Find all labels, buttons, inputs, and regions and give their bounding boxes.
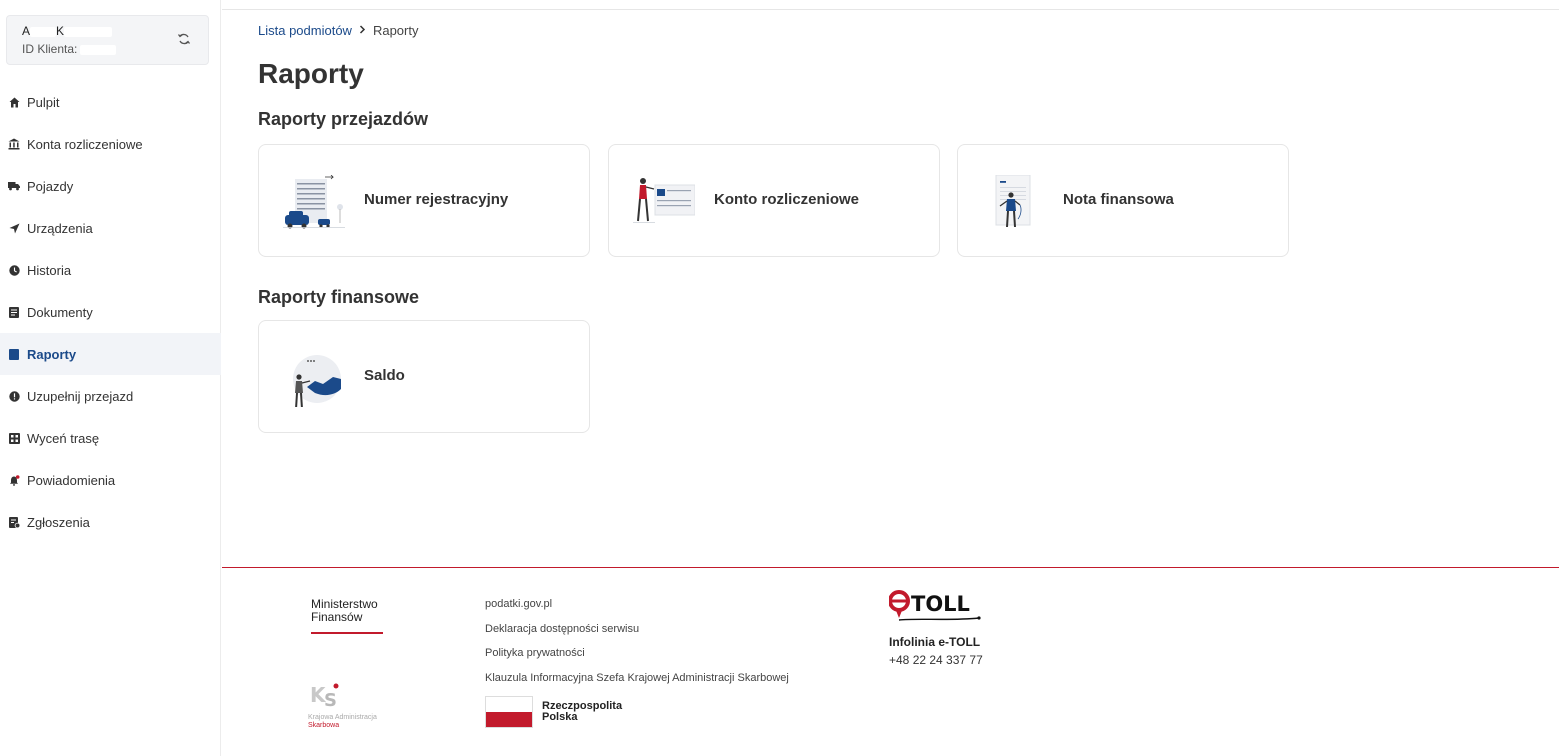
footer-link-privacy[interactable]: Polityka prywatności bbox=[485, 646, 789, 671]
rp-text: Rzeczpospolita Polska bbox=[542, 701, 622, 723]
client-name: AK bbox=[22, 24, 113, 38]
clock-icon bbox=[8, 264, 20, 276]
report-card-label: Saldo bbox=[364, 367, 405, 384]
home-icon bbox=[8, 96, 20, 108]
sidebar-item-konta-rozliczeniowe[interactable]: Konta rozliczeniowe bbox=[0, 123, 221, 165]
person-board-illustration bbox=[633, 178, 695, 223]
breadcrumb: Lista podmiotów Raporty bbox=[258, 23, 418, 38]
sidebar-item-label: Dokumenty bbox=[27, 304, 93, 320]
report-icon bbox=[8, 348, 20, 360]
client-name-initial: K bbox=[56, 24, 65, 38]
sidebar-item-historia[interactable]: Historia bbox=[0, 249, 221, 291]
footer-links: podatki.gov.pl Deklaracja dostępności se… bbox=[485, 597, 789, 696]
sidebar-item-raporty[interactable]: Raporty bbox=[0, 333, 221, 375]
alert-circle-icon bbox=[8, 390, 20, 402]
refresh-icon[interactable] bbox=[176, 32, 192, 48]
page-title: Raporty bbox=[258, 58, 364, 89]
polish-flag-icon bbox=[485, 696, 533, 728]
sidebar-item-label: Wyceń trasę bbox=[27, 430, 100, 446]
ticket-icon bbox=[8, 516, 20, 528]
kas-line2: Skarbowa bbox=[308, 722, 340, 729]
sidebar-item-label: Urządzenia bbox=[27, 220, 93, 236]
report-card-saldo[interactable]: Saldo bbox=[258, 320, 590, 433]
infoline-phone[interactable]: +48 22 24 337 77 bbox=[889, 653, 983, 667]
sidebar-item-label: Zgłoszenia bbox=[27, 514, 90, 530]
sidebar-item-label: Pojazdy bbox=[27, 178, 74, 194]
bank-icon bbox=[8, 138, 20, 150]
report-card-label: Konto rozliczeniowe bbox=[714, 191, 860, 208]
sidebar-item-dokumenty[interactable]: Dokumenty bbox=[0, 291, 221, 333]
footer-link-accessibility[interactable]: Deklaracja dostępności serwisu bbox=[485, 622, 789, 647]
svg-text:TOLL: TOLL bbox=[911, 592, 970, 616]
calculator-icon bbox=[8, 432, 20, 444]
sidebar-item-pojazdy[interactable]: Pojazdy bbox=[0, 165, 221, 207]
report-card-konto-rozliczeniowe[interactable]: Konto rozliczeniowe bbox=[608, 144, 940, 257]
person-chart-illustration bbox=[293, 355, 341, 407]
sidebar-item-label: Raporty bbox=[27, 346, 77, 362]
kas-emblem-icon: K S bbox=[310, 683, 339, 711]
person-document-illustration bbox=[995, 175, 1031, 228]
client-name-initial: A bbox=[22, 24, 31, 38]
ministry-line2: Finansów bbox=[311, 610, 363, 624]
breadcrumb-link-lista-podmiotow[interactable]: Lista podmiotów bbox=[258, 23, 352, 38]
sidebar-item-label: Konta rozliczeniowe bbox=[27, 136, 143, 152]
infoline-title: Infolinia e-TOLL bbox=[889, 635, 981, 649]
breadcrumb-current: Raporty bbox=[372, 23, 419, 38]
client-id: ID Klienta: bbox=[22, 42, 117, 56]
sidebar-item-uzupelnij-przejazd[interactable]: Uzupełnij przejazd bbox=[0, 375, 221, 417]
sidebar-item-powiadomienia[interactable]: Powiadomienia bbox=[0, 459, 221, 501]
bell-icon bbox=[8, 474, 20, 486]
ministry-logo-underline bbox=[311, 632, 383, 634]
redacted-mask bbox=[64, 26, 113, 37]
section-title-financial-reports: Raporty finansowe bbox=[258, 287, 420, 307]
rp-logo[interactable]: Rzeczpospolita Polska bbox=[485, 696, 622, 728]
chevron-right-icon bbox=[359, 24, 366, 37]
redacted-mask bbox=[30, 26, 57, 37]
document-icon bbox=[8, 306, 20, 318]
footer: Ministerstwo Finansów K S Krajowa Admini… bbox=[222, 567, 1559, 756]
sidebar-item-urzadzenia[interactable]: Urządzenia bbox=[0, 207, 221, 249]
report-card-nota-finansowa[interactable]: Nota finansowa bbox=[957, 144, 1289, 257]
report-card-label: Nota finansowa bbox=[1063, 191, 1174, 208]
sidebar-item-label: Historia bbox=[27, 262, 72, 278]
ministry-logo[interactable]: Ministerstwo Finansów bbox=[311, 598, 378, 624]
sidebar-item-label: Pulpit bbox=[27, 94, 60, 110]
footer-link-podatki[interactable]: podatki.gov.pl bbox=[485, 597, 789, 622]
sidebar: AK ID Klienta: Pulpit Konta rozliczeniow… bbox=[0, 0, 221, 756]
svg-text:S: S bbox=[324, 690, 337, 708]
client-id-label: ID Klienta: bbox=[22, 42, 78, 56]
sidebar-item-pulpit[interactable]: Pulpit bbox=[0, 81, 221, 123]
redacted-mask bbox=[80, 44, 117, 55]
report-card-label: Numer rejestracyjny bbox=[364, 191, 509, 208]
sidebar-item-zgloszenia[interactable]: Zgłoszenia bbox=[0, 501, 221, 543]
client-card: AK ID Klienta: bbox=[6, 15, 209, 65]
sidebar-item-label: Uzupełnij przejazd bbox=[27, 388, 134, 404]
section-title-trip-reports: Raporty przejazdów bbox=[258, 109, 429, 129]
footer-link-kas-clause[interactable]: Klauzula Informacyjna Szefa Krajowej Adm… bbox=[485, 671, 789, 696]
sidebar-item-label: Powiadomienia bbox=[27, 472, 116, 488]
header-divider bbox=[222, 9, 1559, 10]
etoll-logo[interactable]: TOLL bbox=[889, 588, 981, 626]
sidebar-nav: Pulpit Konta rozliczeniowe Pojazdy Urząd… bbox=[0, 81, 221, 543]
navigation-arrow-icon bbox=[8, 222, 20, 234]
truck-icon bbox=[8, 180, 20, 192]
kas-logo[interactable]: K S Krajowa Administracja Skarbowa bbox=[308, 680, 388, 729]
vehicle-building-illustration bbox=[283, 175, 345, 229]
rp-line2: Polska bbox=[542, 711, 578, 723]
kas-line1: Krajowa Administracja bbox=[308, 714, 377, 721]
sidebar-item-wycen-trase[interactable]: Wyceń trasę bbox=[0, 417, 221, 459]
report-card-numer-rejestracyjny[interactable]: Numer rejestracyjny bbox=[258, 144, 590, 257]
